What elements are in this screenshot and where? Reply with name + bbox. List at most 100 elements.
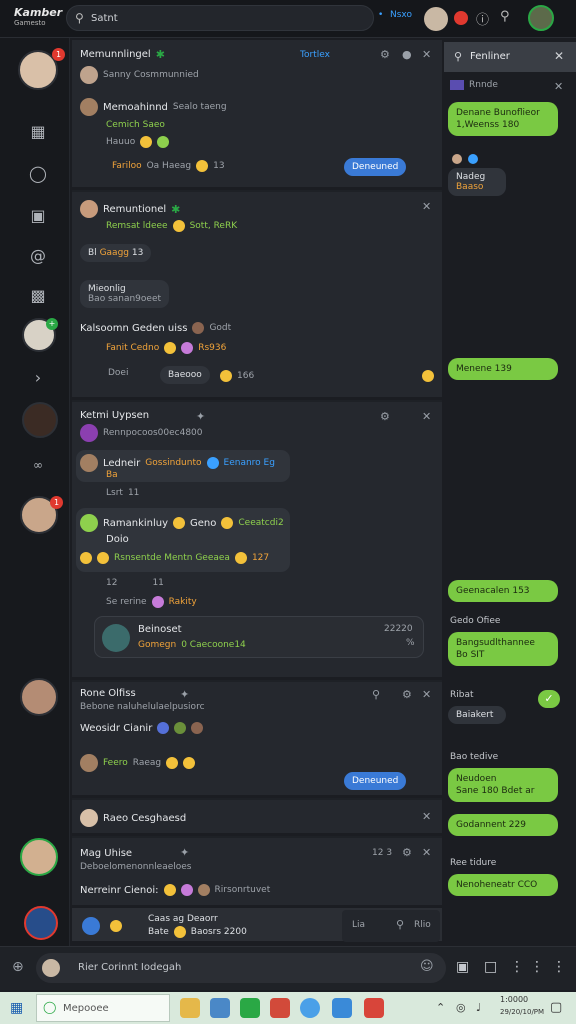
- message-bubble[interactable]: Bangsudlthannee Bo SIT: [448, 632, 558, 666]
- search-bar[interactable]: ⚲ Satnt: [66, 5, 374, 31]
- window-icon[interactable]: ▣: [28, 206, 48, 225]
- search-icon[interactable]: ⚲: [454, 50, 462, 63]
- at-icon[interactable]: @: [28, 246, 48, 265]
- conversation-card[interactable]: Ketmi Uypsen ✦ ⚙ ✕ Rennpocoos00ec4800 Le…: [72, 402, 442, 680]
- message-bubble[interactable]: Deneuned: [344, 158, 407, 176]
- chevron-right-icon[interactable]: ›: [28, 368, 48, 387]
- conversation-card[interactable]: Mag Uhise ✦ 12 3 ⚙ ✕ Deboelomenonnleaelo…: [72, 838, 442, 908]
- info-icon[interactable]: ⓘ: [476, 9, 489, 28]
- message-bubble[interactable]: Bl Gaagg 13: [80, 244, 152, 262]
- message-text: Eenanro Eg: [223, 458, 275, 468]
- app-icon[interactable]: [364, 998, 384, 1018]
- search-input[interactable]: Satnt: [91, 13, 118, 24]
- app-icon[interactable]: [210, 998, 230, 1018]
- taskbar-search[interactable]: ◯ Mepooee: [36, 994, 170, 1022]
- app-icon[interactable]: [332, 998, 352, 1018]
- search-icon[interactable]: ⚲: [500, 9, 510, 24]
- wifi-icon[interactable]: ◎: [456, 1001, 466, 1014]
- close-icon[interactable]: ✕: [554, 80, 563, 93]
- add-icon[interactable]: ⊕: [12, 959, 24, 975]
- notifications-icon[interactable]: ▢: [550, 1000, 562, 1015]
- sticker-icon[interactable]: □: [484, 959, 497, 975]
- conversation-card[interactable]: Remuntionel ✱ ✕ Remsat ldeee Sott, ReRK …: [72, 192, 442, 400]
- file-explorer-icon[interactable]: [180, 998, 200, 1018]
- reaction-button[interactable]: Baeooo: [160, 366, 210, 384]
- grid-icon[interactable]: ▦: [28, 122, 48, 141]
- folder-icon[interactable]: ▩: [28, 286, 48, 305]
- message-bubble[interactable]: Deneuned: [344, 772, 407, 790]
- conversation-card[interactable]: Rone Olfiss ✦ ⚲ ⚙ ✕ Bebone naluhelulaelp…: [72, 682, 442, 798]
- message-bubble[interactable]: Denane Bunoflieor 1,Weenss 180: [448, 102, 558, 136]
- embed-card[interactable]: [94, 616, 424, 658]
- settings-icon[interactable]: ⚙: [402, 846, 412, 859]
- message-bubble[interactable]: Menene 139: [448, 358, 558, 380]
- embed-thumbnail: [102, 624, 130, 652]
- more-icon[interactable]: ⋮: [552, 959, 566, 975]
- app-icon[interactable]: [240, 998, 260, 1018]
- volume-icon[interactable]: ♩: [476, 1001, 481, 1014]
- star-icon: ✱: [171, 202, 181, 216]
- profile-avatar[interactable]: [528, 5, 554, 31]
- inline-compose[interactable]: Caas ag Deaorr Bate Baosrs 2200 Lia ⚲ Rl…: [72, 908, 442, 944]
- bubble-text: Bangsudlthannee: [456, 638, 535, 648]
- avatar[interactable]: [20, 838, 58, 876]
- conversation-card[interactable]: Raeo Cesghaesd ✕: [72, 800, 442, 836]
- app-icon[interactable]: [270, 998, 290, 1018]
- pin-icon[interactable]: ✦: [196, 410, 205, 423]
- close-icon[interactable]: ✕: [422, 846, 431, 859]
- clock-date[interactable]: 29/20/10/PM: [500, 1008, 544, 1016]
- emoji-icon: [180, 884, 193, 896]
- attach-icon[interactable]: [82, 917, 100, 935]
- message-bubble[interactable]: Godannent 229: [448, 814, 558, 836]
- chat-icon[interactable]: ◯: [28, 164, 48, 183]
- reply-icon[interactable]: ⚲: [372, 688, 380, 701]
- settings-icon[interactable]: ⚙: [380, 410, 390, 423]
- message-bubble[interactable]: Neudoen Sane 180 Bdet ar: [448, 768, 558, 802]
- search-icon[interactable]: ⚲: [396, 918, 404, 931]
- topbar-badge[interactable]: Nsxo: [390, 10, 412, 20]
- more-icon[interactable]: ⋮: [530, 959, 544, 975]
- message-bubble[interactable]: Nadeg Baaso: [448, 168, 506, 196]
- pin-icon[interactable]: ✦: [180, 846, 189, 859]
- avatar[interactable]: [20, 678, 58, 716]
- windows-start-icon[interactable]: ▦: [10, 1000, 23, 1016]
- close-icon[interactable]: ✕: [422, 688, 431, 701]
- panel-tab[interactable]: Rnnde: [469, 80, 498, 90]
- embed-icon[interactable]: %: [406, 638, 415, 648]
- pin-icon[interactable]: ●: [402, 48, 412, 61]
- card-count: 12 3: [372, 848, 393, 858]
- more-icon[interactable]: ⋮: [510, 959, 524, 975]
- emoji-icon[interactable]: [110, 920, 122, 932]
- tray-up-icon[interactable]: ⌃: [436, 1001, 445, 1014]
- message-bubble[interactable]: Geenacalen 153: [448, 580, 558, 602]
- reaction-label[interactable]: Doei: [108, 368, 128, 378]
- message-input[interactable]: Rier Corinnt Iodegah ☺: [36, 953, 446, 983]
- message-text: Ba: [106, 470, 118, 480]
- message-bubble[interactable]: Baiakert: [448, 706, 506, 724]
- notification-icon[interactable]: [454, 11, 468, 25]
- settings-icon[interactable]: ⚙: [380, 48, 390, 61]
- pin-icon[interactable]: ✦: [180, 688, 189, 701]
- message-bubble[interactable]: Nenoheneatr CCO: [448, 874, 558, 896]
- link-icon[interactable]: ∞: [28, 458, 48, 472]
- user-avatar[interactable]: [424, 7, 448, 31]
- close-icon[interactable]: ✕: [554, 49, 564, 63]
- app-logo[interactable]: Kamber Gamesto: [14, 7, 62, 28]
- close-icon[interactable]: ✕: [422, 48, 431, 61]
- close-icon[interactable]: ✕: [422, 200, 431, 213]
- clock-time[interactable]: 1:0000: [500, 995, 528, 1004]
- app-icon[interactable]: [24, 906, 58, 940]
- message-bubble[interactable]: Mieonlig Bao sanan9oeet: [80, 280, 170, 308]
- conversation-card[interactable]: Memunnlingel ✱ Tortlex ⚙ ● ✕ Sanny Cosmm…: [72, 40, 442, 190]
- embed-title: Beinoset: [138, 624, 182, 635]
- compose-button[interactable]: Lia: [352, 920, 365, 930]
- card-link[interactable]: Tortlex: [300, 50, 330, 60]
- settings-icon[interactable]: ⚙: [402, 688, 412, 701]
- close-icon[interactable]: ✕: [422, 810, 431, 823]
- gif-icon[interactable]: ▣: [456, 959, 469, 975]
- browser-icon[interactable]: [300, 998, 320, 1018]
- close-icon[interactable]: ✕: [422, 410, 431, 423]
- card-subtitle: Sanny Cosmmunnied: [103, 70, 199, 80]
- avatar[interactable]: [22, 402, 58, 438]
- emoji-picker-icon[interactable]: ☺: [420, 959, 434, 974]
